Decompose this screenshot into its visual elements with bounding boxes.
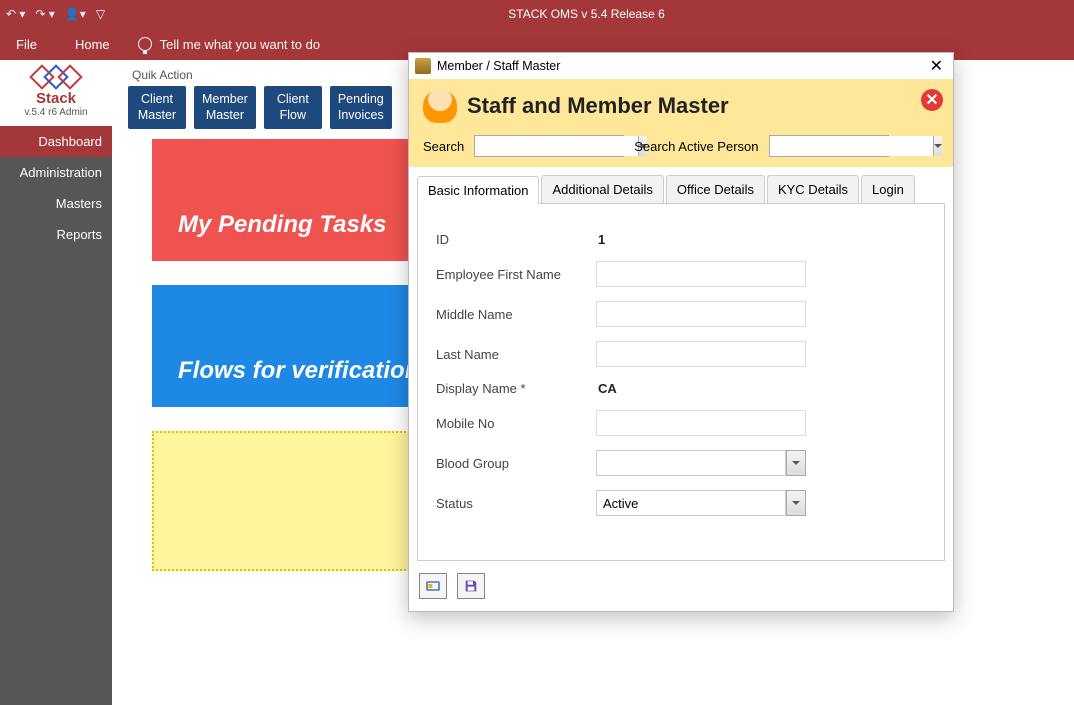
left-sidebar: Stack v.5.4 r6 Admin Dashboard Administr… [0, 60, 112, 705]
search-label: Search [423, 139, 464, 154]
person-icon [423, 89, 457, 123]
staff-master-modal: Member / Staff Master ✕ Staff and Member… [408, 52, 954, 612]
chevron-down-icon[interactable] [786, 490, 806, 516]
modal-app-icon [415, 58, 431, 74]
sidebar-item-masters[interactable]: Masters [0, 188, 112, 219]
brand-logo-icon [2, 66, 110, 88]
tab-basic-information[interactable]: Basic Information [417, 176, 539, 204]
app-title: STACK OMS v 5.4 Release 6 [105, 7, 1068, 21]
tab-additional-details[interactable]: Additional Details [541, 175, 663, 203]
save-record-button[interactable] [457, 573, 485, 599]
brand-name: Stack [2, 90, 110, 107]
undo-icon[interactable]: ↶ ▾ [6, 7, 25, 21]
sidebar-item-reports[interactable]: Reports [0, 219, 112, 250]
blood-group-select[interactable] [596, 450, 806, 476]
brand-subtitle: v.5.4 r6 Admin [2, 107, 110, 118]
status-select[interactable] [596, 490, 806, 516]
mobile-label: Mobile No [436, 416, 596, 431]
new-record-button[interactable] [419, 573, 447, 599]
status-label: Status [436, 496, 596, 511]
tab-kyc-details[interactable]: KYC Details [767, 175, 859, 203]
modal-action-bar [409, 571, 953, 611]
display-name-label: Display Name * [436, 381, 596, 396]
search-combo[interactable] [474, 135, 624, 157]
modal-header: Staff and Member Master ✕ [409, 79, 953, 135]
quick-pending-invoices-button[interactable]: Pending Invoices [330, 86, 392, 129]
qat-customize-icon[interactable]: ▽ [96, 7, 105, 21]
quick-access-toolbar: ↶ ▾ ↷ ▾ 👤▾ ▽ [6, 7, 105, 21]
chevron-down-icon[interactable] [786, 450, 806, 476]
last-name-label: Last Name [436, 347, 596, 362]
tell-me-search[interactable]: Tell me what you want to do [138, 37, 320, 52]
tell-me-label: Tell me what you want to do [160, 37, 320, 52]
modal-window-title: Member / Staff Master [437, 59, 560, 73]
brand-box: Stack v.5.4 r6 Admin [0, 60, 112, 126]
blood-group-input[interactable] [596, 450, 786, 476]
middle-name-input[interactable] [596, 301, 806, 327]
tab-login[interactable]: Login [861, 175, 915, 203]
lightbulb-icon [138, 37, 152, 51]
ribbon-tab-home[interactable]: Home [65, 33, 120, 56]
id-value: 1 [596, 232, 806, 247]
modal-search-row: Search Search Active Person [409, 135, 953, 167]
blood-group-label: Blood Group [436, 456, 596, 471]
sidebar-item-dashboard[interactable]: Dashboard [0, 126, 112, 157]
modal-close-button[interactable]: ✕ [921, 89, 943, 111]
search-active-input[interactable] [770, 136, 933, 156]
modal-tabs: Basic Information Additional Details Off… [417, 175, 945, 204]
quick-member-master-button[interactable]: Member Master [194, 86, 256, 129]
sidebar-item-administration[interactable]: Administration [0, 157, 112, 188]
save-icon [463, 578, 479, 594]
first-name-label: Employee First Name [436, 267, 596, 282]
app-titlebar: ↶ ▾ ↷ ▾ 👤▾ ▽ STACK OMS v 5.4 Release 6 [0, 0, 1074, 28]
display-name-value: CA [596, 381, 806, 396]
id-label: ID [436, 232, 596, 247]
tab-office-details[interactable]: Office Details [666, 175, 765, 203]
modal-form: ID 1 Employee First Name Middle Name Las… [417, 204, 945, 561]
ribbon-tab-file[interactable]: File [6, 33, 47, 56]
modal-titlebar[interactable]: Member / Staff Master ✕ [409, 53, 953, 79]
last-name-input[interactable] [596, 341, 806, 367]
middle-name-label: Middle Name [436, 307, 596, 322]
chevron-down-icon[interactable] [933, 136, 942, 156]
search-active-combo[interactable] [769, 135, 889, 157]
modal-heading: Staff and Member Master [467, 93, 729, 119]
search-input[interactable] [475, 136, 638, 156]
status-input[interactable] [596, 490, 786, 516]
user-icon[interactable]: 👤▾ [65, 7, 86, 21]
mobile-input[interactable] [596, 410, 806, 436]
quick-client-flow-button[interactable]: Client Flow [264, 86, 322, 129]
first-name-input[interactable] [596, 261, 806, 287]
search-active-label: Search Active Person [634, 139, 758, 154]
modal-window-close-icon[interactable]: ✕ [926, 56, 947, 76]
quick-client-master-button[interactable]: Client Master [128, 86, 186, 129]
card-icon [425, 578, 441, 594]
redo-icon[interactable]: ↷ ▾ [35, 7, 54, 21]
